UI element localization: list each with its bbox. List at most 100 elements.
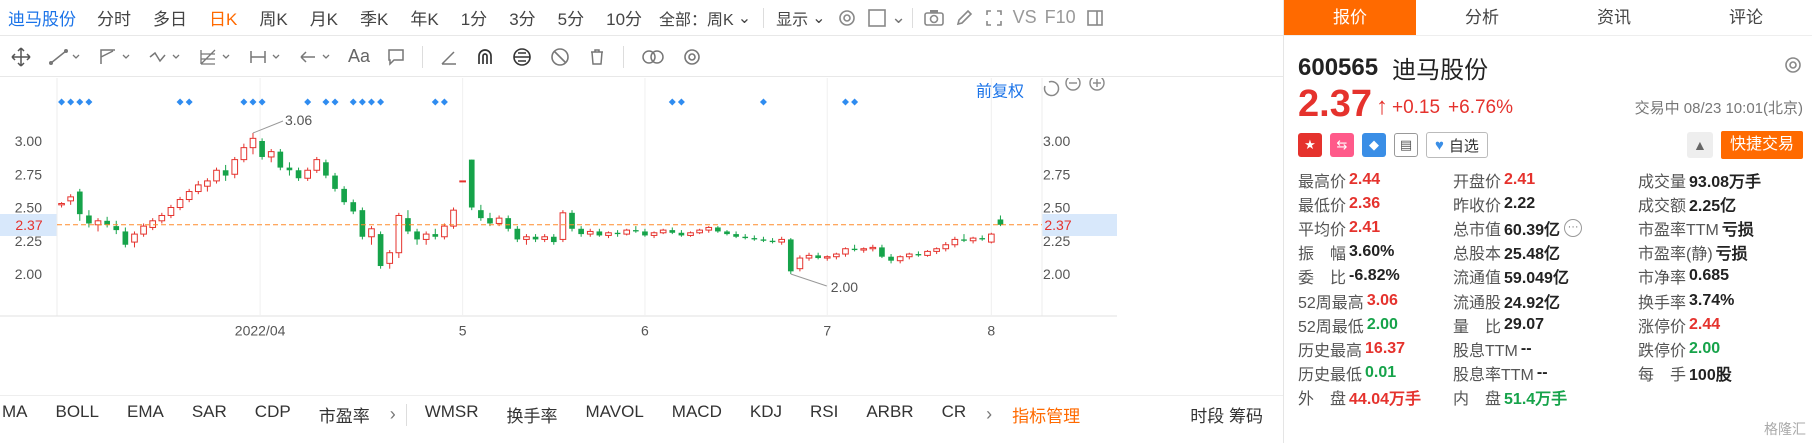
stat-label: 市净率 xyxy=(1638,270,1687,288)
document-icon[interactable]: ▤ xyxy=(1394,133,1418,157)
period-tab[interactable]: 周K xyxy=(248,5,298,30)
draw-settings-icon[interactable] xyxy=(676,42,708,72)
period-tab[interactable]: 月K xyxy=(299,5,349,30)
adjust-mode-link[interactable]: 前复权 xyxy=(976,82,1024,100)
quick-trade-button[interactable]: 快捷交易 xyxy=(1720,131,1803,159)
candlestick-chart[interactable]: 3.00 2.75 2.50 2.25 2.00 3.00 2.75 2.50 2.25 2.0… xyxy=(0,78,1117,394)
bell-icon[interactable]: ▲ xyxy=(1686,132,1713,158)
indicator-button[interactable]: RSI xyxy=(796,402,852,427)
candle-body-up xyxy=(905,253,913,258)
period-tab[interactable]: 日K xyxy=(198,5,248,30)
color-square-icon[interactable] xyxy=(862,3,892,33)
candle-body-up xyxy=(495,217,503,224)
indicator-button[interactable]: 换手率 xyxy=(493,402,572,427)
indicator-button[interactable]: EMA xyxy=(113,402,178,427)
ruler-icon[interactable] xyxy=(433,42,465,72)
candle-body-down xyxy=(414,231,420,240)
indicator-button[interactable]: CDP xyxy=(241,402,305,427)
indicator-manage-button[interactable]: 指标管理 xyxy=(998,402,1094,427)
y-tick-label-right: 2.25 xyxy=(1043,233,1070,249)
indicator-button[interactable]: WMSR xyxy=(411,402,493,427)
candle-body-down xyxy=(86,215,92,224)
indicator-button[interactable]: MAVOL xyxy=(572,402,658,427)
indicator-button[interactable]: BOLL xyxy=(42,402,113,427)
overlay-icon[interactable] xyxy=(634,42,672,72)
y-tick-label-right: 3.00 xyxy=(1043,133,1070,149)
stock-name-link[interactable]: 迪马股份 xyxy=(0,5,86,30)
magnet-icon[interactable] xyxy=(469,42,501,72)
display-select[interactable]: 显示 ⌄ xyxy=(770,6,831,30)
camera-icon[interactable] xyxy=(919,3,949,33)
period-tab[interactable]: 多日 xyxy=(142,5,198,30)
range-select[interactable]: 全部：周K ⌄ xyxy=(653,6,757,30)
period-tab[interactable]: 季K xyxy=(349,5,399,30)
stat-value: 2.00 xyxy=(1366,315,1398,333)
follow-button[interactable]: ♥ 自选 xyxy=(1426,132,1488,158)
comment-tool-icon[interactable] xyxy=(380,42,412,72)
indicator-button[interactable]: CR xyxy=(928,402,981,427)
indicator-button[interactable]: SAR xyxy=(178,402,241,427)
quote-tab[interactable]: 报价 xyxy=(1284,0,1416,35)
channel-tool-icon[interactable] xyxy=(92,42,138,72)
candle-body-up xyxy=(942,244,950,250)
move-icon[interactable] xyxy=(4,42,38,72)
quote-tab[interactable]: 分析 xyxy=(1416,0,1548,35)
divider xyxy=(623,45,625,68)
stat-label: 成交额 xyxy=(1638,198,1687,216)
divider xyxy=(405,403,407,426)
candle-body-up xyxy=(833,253,840,258)
candle-body-up xyxy=(185,191,193,201)
indicator-button[interactable]: ARBR xyxy=(852,402,927,427)
f10-button[interactable]: F10 xyxy=(1041,7,1080,28)
stat-value: 2.22 xyxy=(1504,195,1536,213)
line-tool-icon[interactable] xyxy=(42,42,88,72)
indicator-button[interactable]: MA xyxy=(0,402,42,427)
quote-tab[interactable]: 评论 xyxy=(1680,0,1812,35)
stat-label: 外 盘 xyxy=(1298,390,1347,408)
range-tool-icon[interactable] xyxy=(242,42,288,72)
chevron-right-icon[interactable]: › xyxy=(980,404,998,425)
tag-icon[interactable]: ◆ xyxy=(1362,133,1386,157)
sidebar-toggle-icon[interactable] xyxy=(1080,3,1110,33)
stock-connect-icon[interactable]: ⇆ xyxy=(1330,133,1354,157)
y-tick-label-left: 2.50 xyxy=(15,200,42,216)
settings-icon[interactable] xyxy=(832,3,862,33)
gear-icon[interactable] xyxy=(1783,55,1803,81)
text-tool-button[interactable]: Aa xyxy=(342,42,376,72)
high-annotation: 3.06 xyxy=(285,112,312,128)
chip-link[interactable]: 筹码 xyxy=(1229,407,1263,426)
stat-value: 0.685 xyxy=(1689,267,1730,285)
period-tab[interactable]: 1分 xyxy=(450,5,498,30)
fullscreen-icon[interactable] xyxy=(979,3,1009,33)
chevron-down-icon[interactable]: ⌄ xyxy=(891,3,906,33)
hide-drawings-icon[interactable] xyxy=(543,42,577,72)
indicator-button[interactable]: KDJ xyxy=(736,402,796,427)
indicator-button[interactable]: MACD xyxy=(658,402,736,427)
period-tab[interactable]: 年K xyxy=(399,5,449,30)
chevron-right-icon[interactable]: › xyxy=(384,404,402,425)
quote-tab[interactable]: 资讯 xyxy=(1548,0,1680,35)
period-tab[interactable]: 3分 xyxy=(498,5,546,30)
wave-tool-icon[interactable] xyxy=(142,42,188,72)
candle-body-up xyxy=(450,209,457,227)
period-tab[interactable]: 10分 xyxy=(595,5,653,30)
more-icon[interactable]: ··· xyxy=(1564,219,1583,238)
period-tab[interactable]: 5分 xyxy=(547,5,595,30)
period-tab[interactable]: 分时 xyxy=(86,5,142,30)
indicator-button[interactable]: 市盈率 xyxy=(305,402,384,427)
period-link[interactable]: 时段 xyxy=(1190,407,1224,426)
candle-body-up xyxy=(924,250,931,256)
indicator-bar: MA BOLL EMA SAR CDP 市盈率 › WMSR 换手率 MAVOL MACD KDJ… xyxy=(0,395,1283,433)
trash-icon[interactable] xyxy=(581,42,613,72)
watermark-logo: 格隆汇 xyxy=(1764,421,1806,437)
lock-drawings-icon[interactable] xyxy=(505,42,539,72)
fib-tool-icon[interactable] xyxy=(192,42,238,72)
candle-body-up xyxy=(705,226,713,231)
arrow-tool-icon[interactable] xyxy=(292,42,338,72)
price-row: 2.37 ↑ +0.15 +6.76% 交易中 08/23 10:01(北京) xyxy=(1298,84,1803,124)
stat-cell: 总股本 25.48亿 xyxy=(1453,240,1638,264)
up-arrow-icon: ↑ xyxy=(1375,93,1388,120)
candle-body-up xyxy=(988,233,995,243)
vs-compare-button[interactable]: VS xyxy=(1009,7,1041,28)
pencil-icon[interactable] xyxy=(949,3,979,33)
